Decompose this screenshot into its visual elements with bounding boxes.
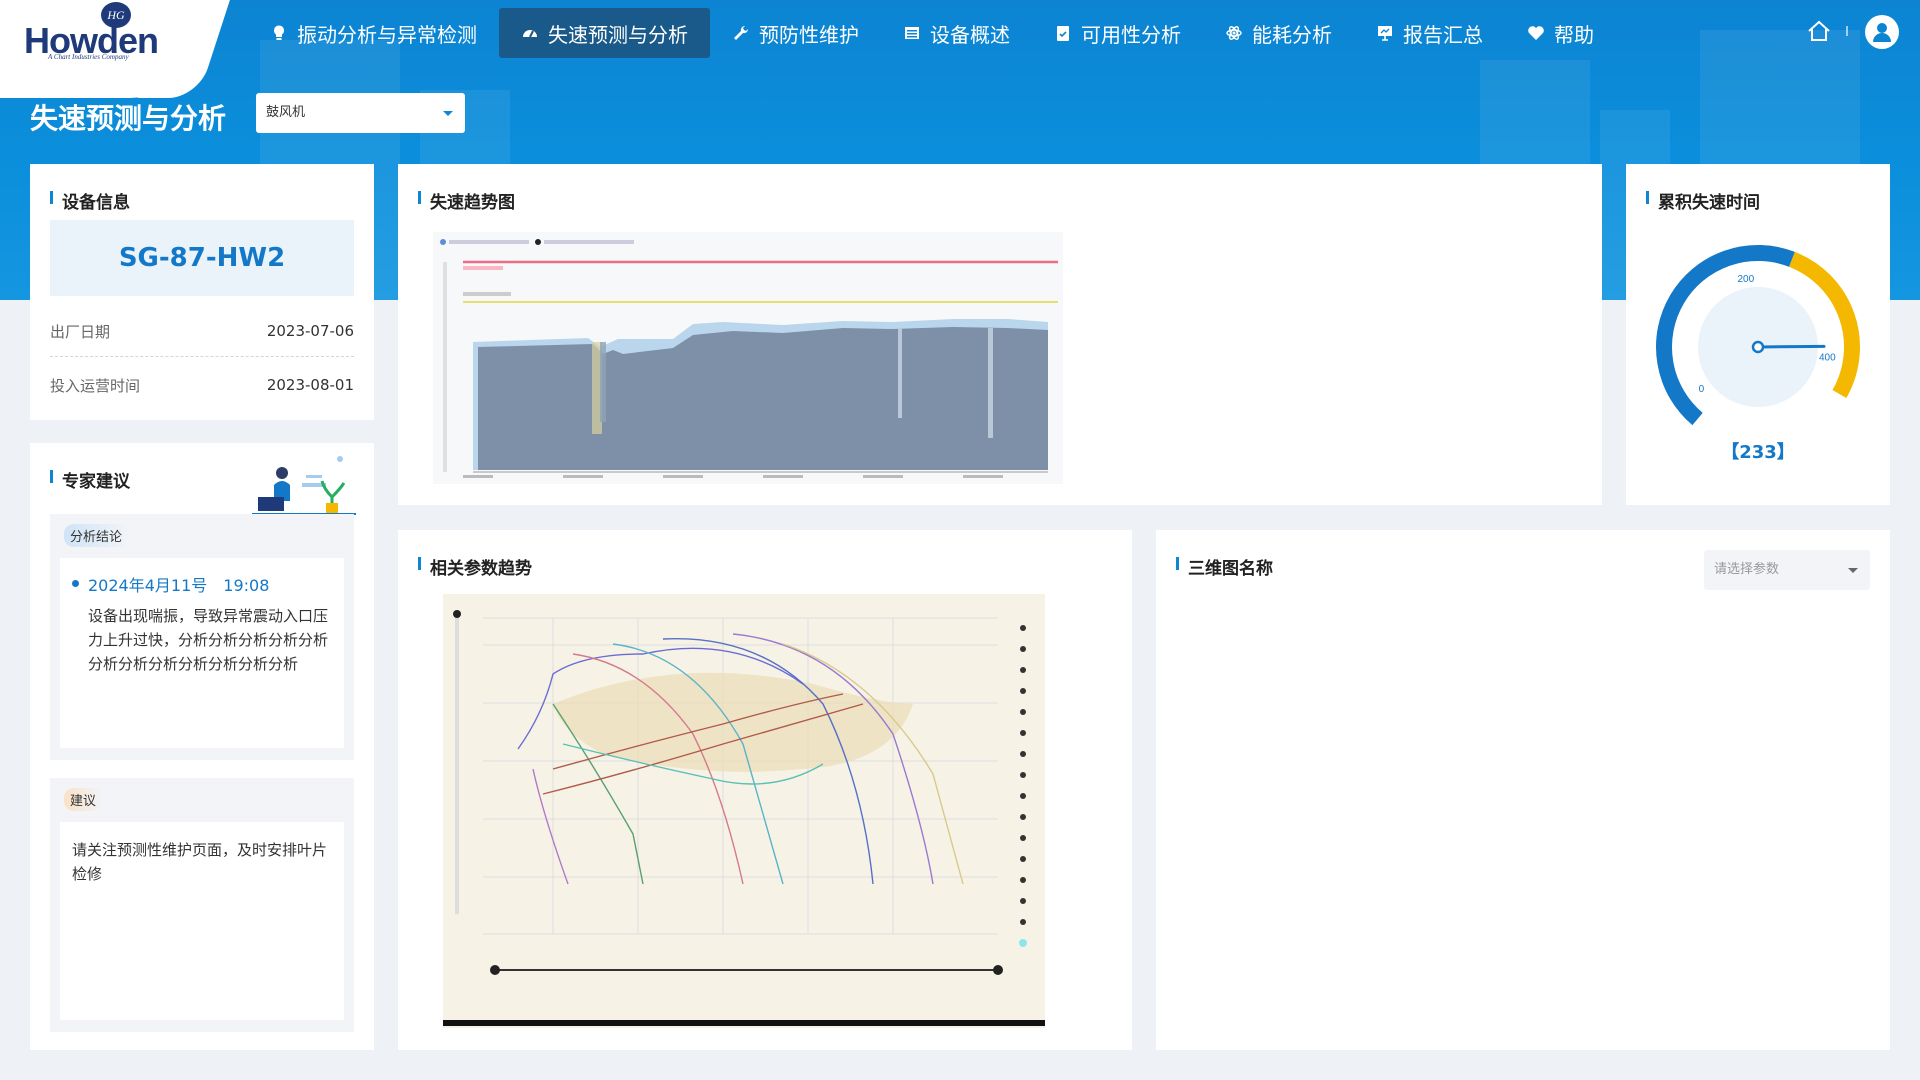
- three-d-chart-card: 三维图名称 请选择参数: [1156, 530, 1890, 1050]
- card-title: 专家建议: [50, 467, 130, 492]
- info-row: 投入运营时间 2023-08-01: [50, 358, 354, 412]
- nav-label: 设备概述: [930, 22, 1010, 47]
- nav-item-overview[interactable]: 设备概述: [881, 8, 1032, 58]
- cumulative-stall-card: 累积失速时间 0 200 400 【233】: [1626, 164, 1890, 505]
- gauge-tick-label: 0: [1699, 384, 1705, 395]
- nav-item-help[interactable]: 帮助: [1505, 8, 1616, 58]
- nav-item-reports[interactable]: 报告汇总: [1354, 8, 1505, 58]
- nav-item-vibration[interactable]: 振动分析与异常检测: [248, 8, 499, 58]
- conclusion-panel: 分析结论 2024年4月11号 19:08 设备出现喘振，导致异常震动入口压力上…: [50, 514, 354, 760]
- main-nav: 振动分析与异常检测 失速预测与分析 预防性维护 设备概述 可用性分析 能耗分析: [248, 8, 1616, 58]
- nav-label: 振动分析与异常检测: [297, 22, 477, 47]
- advisor-illustration: [252, 453, 356, 517]
- nav-item-stall[interactable]: 失速预测与分析: [499, 8, 710, 58]
- conclusion-label: 分析结论: [64, 524, 129, 547]
- stall-trend-chart: [433, 232, 1063, 484]
- info-row: 出厂日期 2023-07-06: [50, 304, 354, 358]
- conclusion-text: 设备出现喘振，导致异常震动入口压力上升过快，分析分析分析分析分析分析分析分析分析…: [88, 607, 329, 673]
- presentation-icon: [1376, 24, 1394, 42]
- card-title: 失速趋势图: [418, 188, 515, 213]
- param-select-placeholder: 请选择参数: [1714, 562, 1780, 577]
- nav-label: 预防性维护: [759, 22, 859, 47]
- speedometer-icon: [521, 24, 539, 42]
- gauge-tick-label: 200: [1738, 274, 1755, 285]
- device-id: SG-87-HW2: [50, 220, 354, 296]
- heart-icon: [1527, 24, 1545, 42]
- chevron-down-icon: [1848, 568, 1858, 573]
- info-value: 2023-07-06: [266, 322, 354, 340]
- advice-text: 请关注预测性维护页面，及时安排叶片检修: [72, 841, 328, 883]
- gauge-needle: [1756, 344, 1826, 349]
- expert-advice-card: 专家建议 分析结论 2024年4月11号 19:08 设备出现喘振，导致异常震动…: [30, 443, 374, 1050]
- gauge-needle-hub: [1751, 340, 1765, 354]
- header-divider: [1846, 26, 1848, 36]
- nav-label: 失速预测与分析: [548, 22, 688, 47]
- clipboard-icon: [1054, 24, 1072, 42]
- stall-trend-card: 失速趋势图: [398, 164, 1602, 505]
- cumulative-value: 【233】: [1721, 442, 1795, 463]
- card-title: 相关参数趋势: [418, 554, 532, 579]
- nav-label: 能耗分析: [1252, 22, 1332, 47]
- card-title: 累积失速时间: [1646, 188, 1760, 213]
- info-value: 2023-08-01: [266, 376, 354, 394]
- gauge-tick-label: 400: [1819, 353, 1836, 364]
- cumulative-gauge: 0 200 400: [1656, 245, 1860, 426]
- advice-label: 建议: [64, 788, 103, 811]
- chevron-down-icon: [443, 111, 453, 116]
- atom-icon: [1225, 24, 1243, 42]
- device-select-value: 鼓风机: [266, 105, 306, 120]
- nav-item-maintenance[interactable]: 预防性维护: [710, 8, 881, 58]
- nav-item-availability[interactable]: 可用性分析: [1032, 8, 1203, 58]
- card-title: 设备信息: [50, 188, 130, 213]
- device-select[interactable]: 鼓风机: [256, 93, 465, 133]
- row-divider: [50, 356, 354, 357]
- card-title: 三维图名称: [1176, 554, 1273, 579]
- related-trend-card: 相关参数趋势: [398, 530, 1132, 1050]
- logo-subtitle: A Chart Industries Company: [48, 53, 129, 61]
- info-key: 投入运营时间: [50, 376, 141, 395]
- page-title: 失速预测与分析: [30, 102, 227, 135]
- logo[interactable]: HG Howden A Chart Industries Company: [0, 0, 200, 98]
- conclusion-datetime: 2024年4月11号 19:08: [72, 572, 269, 596]
- nav-label: 帮助: [1554, 22, 1594, 47]
- related-trend-chart: [443, 594, 1045, 1028]
- device-info-card: 设备信息 SG-87-HW2 出厂日期 2023-07-06 投入运营时间 20…: [30, 164, 374, 420]
- nav-label: 报告汇总: [1403, 22, 1483, 47]
- nav-label: 可用性分析: [1081, 22, 1181, 47]
- wrench-icon: [732, 24, 750, 42]
- advice-panel: 建议 请关注预测性维护页面，及时安排叶片检修: [50, 778, 354, 1032]
- info-key: 出厂日期: [50, 322, 111, 341]
- list-icon: [903, 24, 921, 42]
- param-select[interactable]: 请选择参数: [1704, 550, 1870, 590]
- lightbulb-icon: [270, 24, 288, 42]
- nav-item-energy[interactable]: 能耗分析: [1203, 8, 1354, 58]
- home-icon[interactable]: [1806, 18, 1832, 44]
- user-avatar-icon[interactable]: [1865, 15, 1899, 49]
- conclusion-content: 2024年4月11号 19:08 设备出现喘振，导致异常震动入口压力上升过快，分…: [60, 558, 344, 748]
- advice-content: 请关注预测性维护页面，及时安排叶片检修: [60, 822, 344, 1020]
